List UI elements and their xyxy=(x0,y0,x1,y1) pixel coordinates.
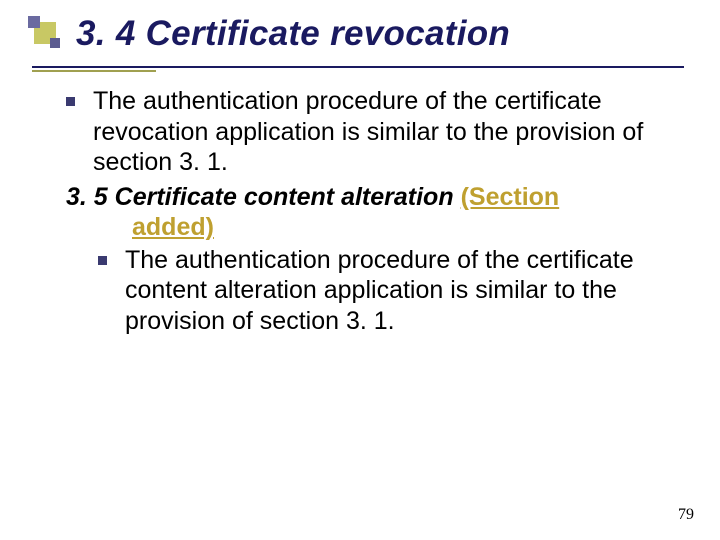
subheading-3-5: 3. 5 Certificate content alteration (Sec… xyxy=(66,182,684,243)
deco-square-blue-bottom xyxy=(50,38,60,48)
section-added-annotation-line2: added) xyxy=(132,212,684,243)
bullet-square-icon xyxy=(66,97,75,106)
slide-container: 3. 4 Certificate revocation The authenti… xyxy=(0,0,720,540)
slide-title: 3. 4 Certificate revocation xyxy=(76,14,696,54)
deco-square-blue-top xyxy=(28,16,40,28)
page-number: 79 xyxy=(678,506,694,524)
subheading-text: 3. 5 Certificate content alteration xyxy=(66,183,454,211)
bullet-square-icon xyxy=(98,256,107,265)
bullet-item: The authentication procedure of the cert… xyxy=(66,86,684,178)
corner-decoration xyxy=(28,16,68,50)
bullet-text: The authentication procedure of the cert… xyxy=(125,245,684,337)
bullet-item: The authentication procedure of the cert… xyxy=(98,245,684,337)
section-added-annotation: (Section xyxy=(461,183,560,211)
bullet-text: The authentication procedure of the cert… xyxy=(93,86,684,178)
title-underline xyxy=(32,66,684,68)
slide-body: The authentication procedure of the cert… xyxy=(66,86,684,340)
